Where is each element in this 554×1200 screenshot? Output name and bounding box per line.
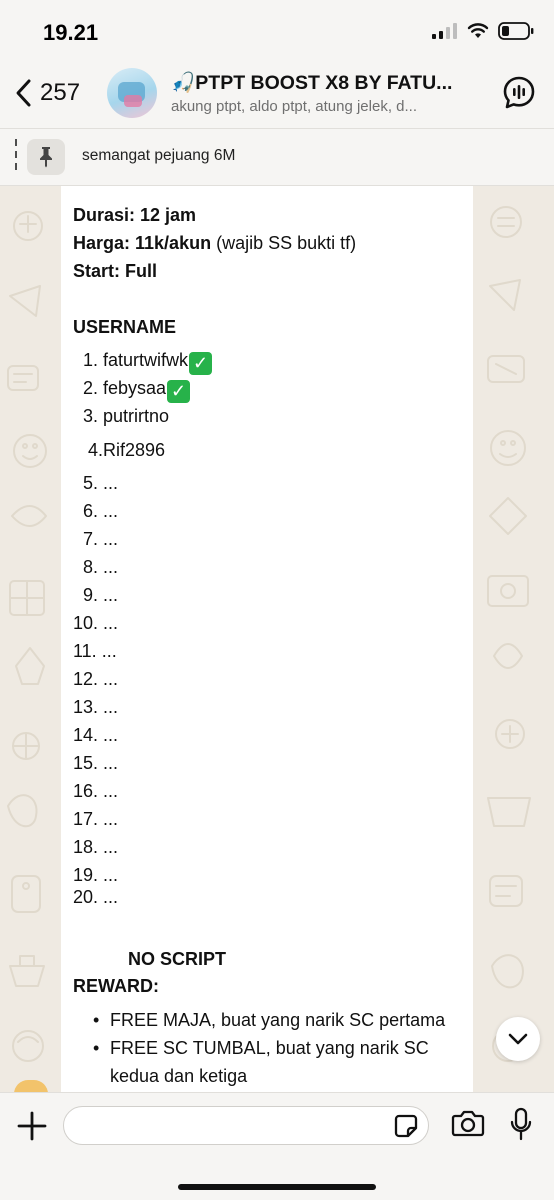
- harga-note: (wajib SS bukti tf): [211, 233, 357, 253]
- group-avatar[interactable]: [107, 68, 157, 118]
- chat-area[interactable]: Durasi: 12 jam Harga: 11k/akun (wajib SS…: [0, 186, 554, 1092]
- list-item: 6. ...: [83, 501, 119, 521]
- list-item: 16. ...: [73, 781, 119, 801]
- status-time: 19.21: [43, 20, 99, 45]
- list-item: 19. ...: [73, 865, 119, 885]
- list-item: 10. ...: [73, 613, 119, 633]
- back-chevron-icon: [16, 79, 31, 107]
- group-title: 🎣PTPT BOOST X8 BY FATU...: [171, 72, 453, 94]
- list-item: 2. febysaa: [83, 378, 167, 398]
- camera-button[interactable]: [451, 1109, 485, 1142]
- sticker-icon: [394, 1114, 418, 1138]
- message-input[interactable]: [63, 1106, 429, 1145]
- home-indicator: [178, 1184, 376, 1190]
- chevron-down-icon: [508, 1033, 528, 1045]
- list-item: 14. ...: [73, 725, 119, 745]
- pinned-text: semangat pejuang 6M: [82, 147, 236, 164]
- status-icons: [432, 22, 534, 40]
- pinned-indicator: [15, 139, 17, 175]
- signal-icon: [432, 23, 457, 39]
- reward-item-continued: kedua dan ketiga: [110, 1066, 248, 1086]
- list-item: 18. ...: [73, 837, 119, 857]
- list-item: 8. ...: [83, 557, 119, 577]
- check-icon: ✓: [167, 380, 191, 403]
- list-item: 13. ...: [73, 697, 119, 717]
- message-bubble[interactable]: Durasi: 12 jam Harga: 11k/akun (wajib SS…: [61, 186, 473, 1092]
- status-bar: 19.21: [0, 0, 554, 60]
- sticker-button[interactable]: [394, 1114, 418, 1143]
- pin-icon-box: [27, 139, 65, 175]
- chat-header: 257 🎣PTPT BOOST X8 BY FATU... akung ptpt…: [0, 60, 554, 128]
- list-item: 15. ...: [73, 753, 119, 773]
- check-icon: ✓: [189, 352, 213, 375]
- microphone-button[interactable]: [509, 1107, 533, 1146]
- reward-label: REWARD:: [73, 976, 159, 996]
- voice-chat-icon: [503, 76, 535, 109]
- harga-line: Harga: 11k/akun: [73, 233, 212, 253]
- list-item: 1. faturtwifwk: [83, 350, 189, 370]
- wifi-icon: [467, 23, 489, 38]
- attach-button[interactable]: [17, 1111, 47, 1146]
- camera-icon: [451, 1110, 485, 1137]
- back-button[interactable]: 257: [14, 78, 80, 108]
- durasi-line: Durasi: 12 jam: [73, 205, 197, 225]
- pin-icon: [40, 147, 52, 168]
- username-header: USERNAME: [73, 317, 177, 337]
- plus-icon: [17, 1111, 47, 1141]
- list-item: 5. ...: [83, 473, 119, 493]
- pinned-message-bar[interactable]: semangat pejuang 6M: [0, 128, 554, 186]
- unread-count: 257: [40, 79, 81, 106]
- start-line: Start: Full: [73, 261, 157, 281]
- microphone-icon: [510, 1107, 532, 1141]
- input-bar: [0, 1092, 554, 1200]
- voice-chat-button[interactable]: [502, 75, 536, 116]
- battery-icon: [498, 22, 534, 40]
- list-item: 20. ...: [73, 887, 119, 907]
- group-members: akung ptpt, aldo ptpt, atung jelek, d...: [171, 98, 418, 115]
- no-script-label: NO SCRIPT: [128, 949, 227, 969]
- reward-item: FREE MAJA, buat yang narik SC pertama: [110, 1010, 446, 1030]
- group-info[interactable]: 🎣PTPT BOOST X8 BY FATU... akung ptpt, al…: [171, 71, 461, 115]
- list-item: 4.Rif2896: [88, 440, 166, 460]
- reward-item: FREE SC TUMBAL, buat yang narik SC: [110, 1038, 429, 1058]
- list-item: 9. ...: [83, 585, 119, 605]
- bullet-icon: •: [93, 1010, 100, 1030]
- list-item: 17. ...: [73, 809, 119, 829]
- list-item: 12. ...: [73, 669, 119, 689]
- list-item: 3. putrirtno: [83, 406, 170, 426]
- scroll-to-bottom-button[interactable]: [496, 1017, 540, 1061]
- list-item: 7. ...: [83, 529, 119, 549]
- list-item: 11. ...: [73, 641, 117, 661]
- bullet-icon: •: [93, 1038, 100, 1058]
